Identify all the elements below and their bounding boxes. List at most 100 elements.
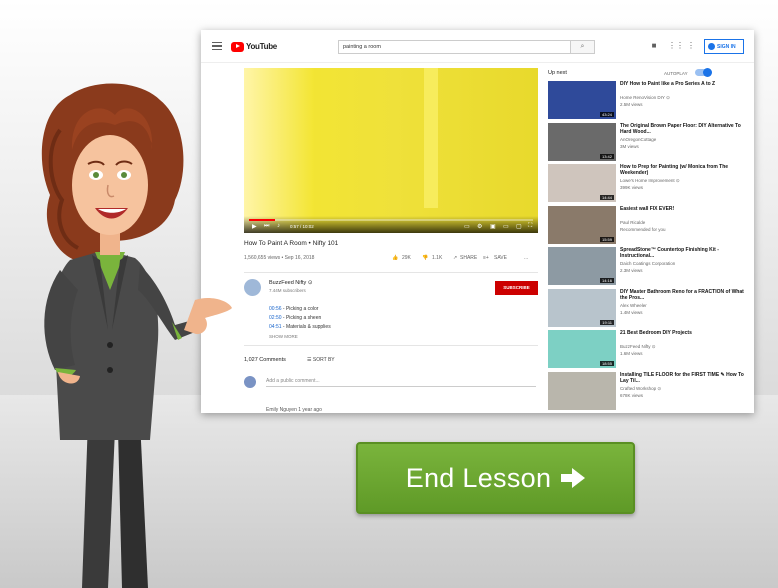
recommendation-title: The Original Brown Paper Floor: DIY Alte… [620, 122, 741, 135]
volume-icon: ♪ [277, 223, 280, 229]
presenter-character [41, 83, 232, 588]
dislike-count: 1.1K [432, 255, 443, 261]
channel-subscribers: 7.44M subscribers [269, 288, 306, 293]
recommendation-views: 2.3M views [620, 268, 643, 273]
autoplay-toggle [695, 68, 712, 77]
video-thumbnail: 43:24 [548, 81, 616, 119]
video-duration: 19:11 [600, 319, 614, 325]
recommendation-item: 43:24 DIY How to Paint like a Pro Series … [548, 81, 746, 121]
channel-name: BuzzFeed Nifty ⊙ [269, 280, 313, 286]
video-thumbnail: 18:55 [548, 330, 616, 368]
fullscreen-icon: ⛶ [528, 223, 533, 229]
show-more-link: SHOW MORE [269, 334, 298, 339]
share-icon: ↗ [453, 255, 458, 261]
recommendation-views: 678K views [620, 392, 644, 398]
video-thumbnail: 15:59 [548, 205, 616, 244]
sign-in-label: SIGN IN [717, 43, 736, 50]
subscribe-button: SUBSCRIBE [495, 281, 538, 295]
paint-stripe [424, 68, 438, 208]
next-icon: ⏭ [264, 223, 270, 229]
recommendation-views: 3M views [620, 143, 639, 149]
search-icon: ⌕ [571, 40, 595, 54]
account-icon [708, 43, 715, 50]
end-lesson-label: End Lesson [405, 462, 552, 493]
recommendation-channel: Paul Ricalde [620, 219, 646, 225]
chapter-item: 02:50 - Picking a sheen [269, 315, 322, 321]
video-duration: 14:16 [599, 278, 614, 283]
search-input: painting a room [338, 40, 571, 54]
recommendation-item: 15:59 Easiest wall FIX EVER! Paul Ricalde R… [548, 205, 746, 246]
recommendation-channel: Crafted Workshop ⊙ [620, 385, 662, 391]
comment-author: Emily Nguyen 1 year ago [266, 407, 322, 413]
legs [82, 420, 148, 588]
end-lesson-button[interactable]: End Lesson [356, 442, 635, 514]
recommendation-item: Installing TILE FLOOR for the FIRST TIME… [548, 371, 746, 412]
save-icon: ≡+ [483, 255, 489, 261]
chapter-item: 04:51 - Materials & supplies [269, 324, 331, 330]
recommendation-channel: AnOregonCottage [620, 136, 657, 142]
up-next-label: Up next [548, 70, 567, 76]
save-label: SAVE [494, 255, 507, 261]
video-duration: 13:42 [599, 153, 614, 159]
recommendation-item: 14:44 How to Prep for Painting (w/ Monica… [548, 164, 746, 204]
sort-by: ☰ SORT BY [307, 357, 335, 363]
painted-wall [299, 68, 538, 233]
apps-grid-icon: ⋮⋮ [668, 41, 684, 50]
cast-icon: ▢ [516, 224, 522, 230]
recommendation-views: 1.6M views [620, 351, 643, 356]
recommendation-title: Installing TILE FLOOR for the FIRST TIME… [620, 371, 744, 384]
chapter-item: 00:56 - Picking a color [269, 306, 319, 312]
recommendation-channel: BuzzFeed Nifty ⊙ [620, 344, 656, 349]
recommendation-channel: Home RenoVision DIY ⊙ [620, 95, 670, 100]
more-icon: ... [524, 255, 529, 261]
recommendation-channel: Daich Coatings Corporation [620, 261, 676, 266]
divider [244, 345, 538, 346]
youtube-header: YouTube painting a room ⌕ ■ ⋮⋮ ⋮ SIGN IN [201, 30, 754, 63]
recommendation-item: 19:11 DIY Master Bathroom Reno for a FRAC… [548, 288, 746, 329]
player-time: 0:57 / 10:02 [290, 224, 314, 229]
more-vert-icon: ⋮ [687, 41, 695, 50]
recommendation-title: SpreadStone™ Countertop Finishing Kit - … [620, 247, 719, 259]
video-thumbnail [548, 371, 616, 410]
recommendation-item: 14:16 SpreadStone™ Countertop Finishing K… [548, 247, 746, 287]
captions-icon: ▭ [464, 224, 470, 230]
recommendation-title: DIY Master Bathroom Reno for a FRACTION … [620, 288, 744, 301]
settings-icon: ⚙ [477, 224, 483, 230]
video-thumbnail: 19:11 [548, 288, 616, 327]
video-duration: 18:55 [599, 361, 614, 366]
video-thumbnail: 14:44 [548, 164, 616, 202]
recommendation-title: DIY How to Paint like a Pro Series A to … [620, 81, 716, 87]
recommendation-item: 18:55 21 Best Bedroom DIY Projects BuzzFee… [548, 330, 746, 370]
recommendation-channel: Alex Wheeler [620, 302, 647, 308]
video-camera-icon: ■ [651, 41, 657, 50]
dislike-icon: 👎 [422, 255, 429, 261]
recommendation-title: How to Prep for Painting (w/ Monica from… [620, 164, 729, 176]
recommendation-title: Easiest wall FIX EVER! [620, 205, 675, 212]
video-duration: 15:59 [599, 236, 614, 242]
like-count: 29K [402, 255, 411, 261]
video-duration: 43:24 [599, 112, 614, 117]
progress-bar [249, 219, 533, 221]
face [72, 135, 148, 235]
autoplay-label: AUTOPLAY [664, 71, 688, 76]
sign-in-button: SIGN IN [704, 39, 744, 54]
recommendation-title: 21 Best Bedroom DIY Projects [620, 330, 692, 336]
arrow-right-icon [561, 468, 586, 488]
like-icon: 👍 [392, 255, 399, 261]
video-thumbnail: 13:42 [548, 122, 616, 161]
recommendation-views: 1.4M views [620, 309, 643, 315]
video-thumbnail: 14:16 [548, 247, 616, 285]
recommendation-views: Recommended for you [620, 226, 666, 232]
add-comment-input: Add a public comment... [266, 378, 536, 387]
miniplayer-icon: ▣ [490, 224, 496, 230]
recommendation-item: 13:42 The Original Brown Paper Floor: DIY… [548, 122, 746, 163]
video-player: ▶ ⏭ ♪ 0:57 / 10:02 ▭ ⚙ ▣ ▭ ▢ ⛶ [244, 68, 538, 233]
video-duration: 14:44 [599, 195, 614, 200]
share-label: SHARE [460, 255, 478, 261]
recommendation-channel: Lowe's Home Improvement ⊙ [620, 178, 680, 183]
divider [244, 272, 538, 273]
youtube-screenshot: YouTube painting a room ⌕ ■ ⋮⋮ ⋮ SIGN IN… [201, 30, 754, 413]
recommendation-views: 399K views [620, 185, 644, 190]
theater-icon: ▭ [503, 224, 509, 230]
recommendation-views: 2.5M views [620, 102, 643, 107]
